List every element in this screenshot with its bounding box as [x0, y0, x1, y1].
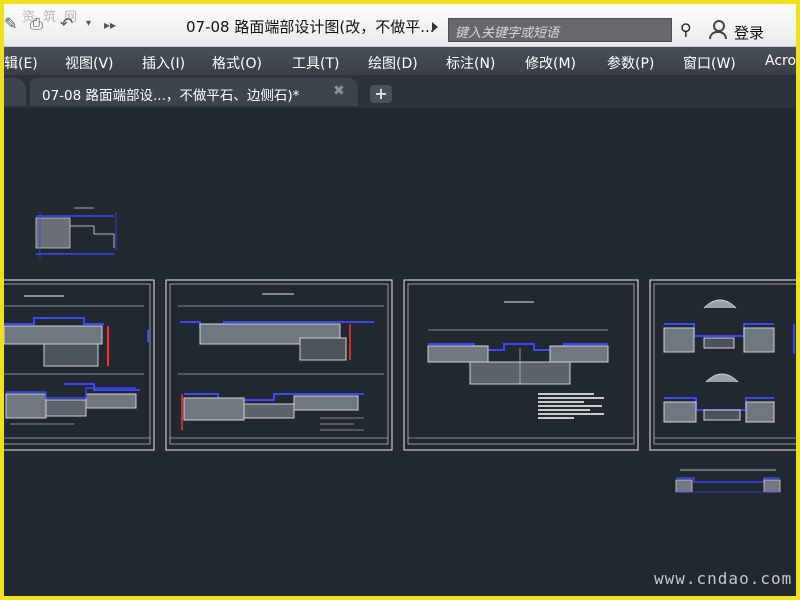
- menu-window[interactable]: 窗口(W): [683, 53, 736, 73]
- edit-icon[interactable]: ✎: [4, 14, 17, 33]
- search-input[interactable]: 键入关键字或短语: [448, 18, 672, 42]
- print-icon[interactable]: ⎙: [30, 14, 43, 34]
- tab-bar: 07-08 路面端部设...，不做平石、边侧石)* ✖ +: [4, 75, 796, 108]
- menu-insert[interactable]: 插入(I): [142, 53, 185, 73]
- login-button[interactable]: 登录: [734, 22, 764, 43]
- drawing-sheet-4: [649, 279, 796, 451]
- more-icon[interactable]: ▸▸: [104, 18, 116, 32]
- close-icon[interactable]: ✖: [333, 83, 345, 99]
- menu-view[interactable]: 视图(V): [65, 53, 114, 73]
- drawing-canvas[interactable]: [4, 108, 796, 596]
- add-tab-button[interactable]: +: [370, 85, 392, 103]
- drawing-sheet-2: [165, 279, 393, 451]
- menu-modify[interactable]: 修改(M): [525, 53, 576, 73]
- tab-previous[interactable]: [4, 78, 26, 106]
- small-detail-bottom: [675, 469, 781, 493]
- title-bar: 资 筑 网 ✎ ⎙ ↶ ▾ ▸▸ 07-08 路面端部设计图(改，不做平... …: [4, 4, 796, 47]
- menu-format[interactable]: 格式(O): [212, 53, 262, 73]
- user-icon[interactable]: [708, 20, 727, 39]
- menu-acrobat[interactable]: Acro: [765, 53, 796, 69]
- menu-bar: 辑(E) 视图(V) 插入(I) 格式(O) 工具(T) 绘图(D) 标注(N)…: [4, 47, 796, 75]
- drawing-sheet-1: [4, 279, 155, 451]
- menu-tools[interactable]: 工具(T): [292, 53, 339, 73]
- menu-edit[interactable]: 辑(E): [4, 53, 38, 73]
- tab-document[interactable]: 07-08 路面端部设...，不做平石、边侧石)* ✖: [30, 78, 358, 106]
- small-detail-top: [35, 207, 117, 258]
- binoculars-icon[interactable]: ⚲: [680, 20, 692, 39]
- menu-dimension[interactable]: 标注(N): [446, 53, 495, 73]
- document-title: 07-08 路面端部设计图(改，不做平...: [186, 18, 435, 36]
- dropdown-arrow-icon[interactable]: ▾: [86, 18, 91, 29]
- undo-icon[interactable]: ↶: [60, 14, 73, 33]
- menu-parameters[interactable]: 参数(P): [607, 53, 654, 73]
- tab-document-label: 07-08 路面端部设...，不做平石、边侧石)*: [42, 88, 300, 104]
- app-window: 资 筑 网 ✎ ⎙ ↶ ▾ ▸▸ 07-08 路面端部设计图(改，不做平... …: [4, 4, 796, 596]
- watermark-footer: www.cndao.com: [654, 569, 793, 588]
- drawing-sheet-3: [403, 279, 639, 451]
- expand-arrow-icon[interactable]: [432, 22, 438, 32]
- cad-drawing: [4, 207, 796, 493]
- menu-draw[interactable]: 绘图(D): [368, 53, 418, 73]
